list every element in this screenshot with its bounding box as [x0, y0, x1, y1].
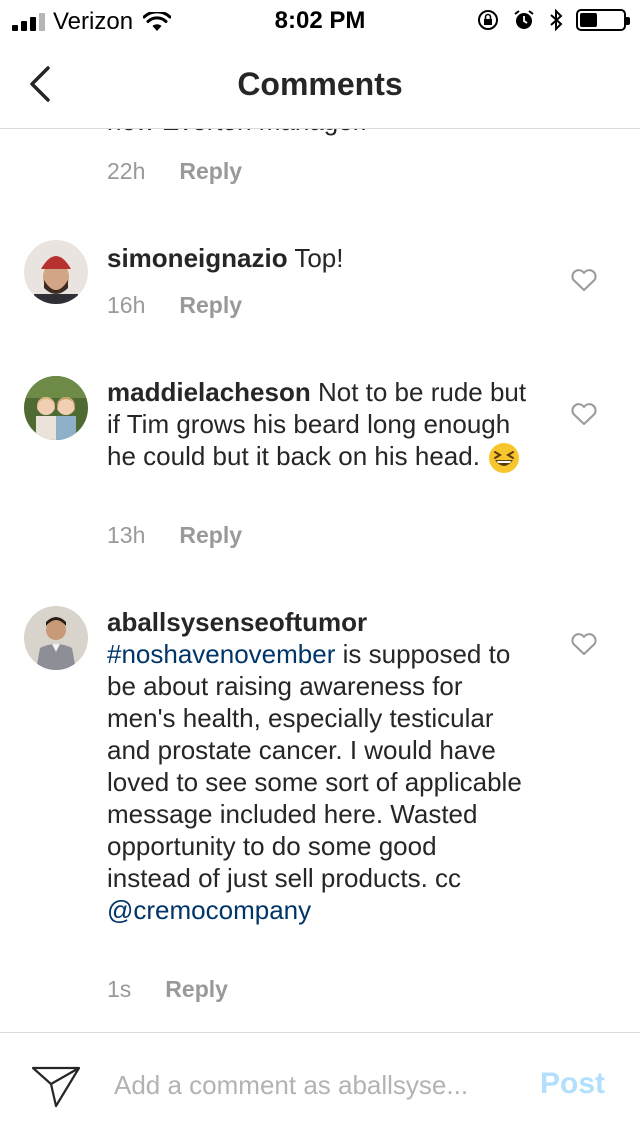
avatar[interactable] — [24, 606, 88, 670]
avatar[interactable] — [24, 376, 88, 440]
page-title: Comments — [237, 66, 403, 102]
comment-time: 22h — [107, 158, 146, 184]
comment-meta: 1s Reply — [107, 976, 228, 1003]
comment-input[interactable] — [114, 1063, 514, 1107]
bluetooth-icon — [550, 8, 563, 32]
username[interactable]: simoneignazio — [107, 243, 288, 273]
comment-meta: 16h Reply — [107, 292, 242, 319]
reply-button[interactable]: Reply — [179, 522, 242, 548]
status-indicators — [476, 8, 630, 32]
username[interactable]: maddielacheson — [107, 377, 311, 407]
paper-plane-icon[interactable] — [30, 1061, 82, 1109]
heart-icon[interactable] — [570, 632, 598, 656]
username[interactable]: aballsysenseoftumor — [107, 607, 367, 637]
post-button[interactable]: Post — [540, 1067, 605, 1101]
comment-compose-bar: Post — [0, 1032, 640, 1137]
comment-meta: 22h Reply — [107, 158, 242, 185]
header: Comments — [0, 40, 640, 129]
comment-meta: 13h Reply — [107, 522, 242, 549]
comment-time: 13h — [107, 522, 146, 548]
comment-time: 1s — [107, 976, 132, 1002]
status-bar: Verizon 8:02 PM — [0, 0, 640, 40]
reply-button[interactable]: Reply — [165, 976, 228, 1002]
battery-icon — [576, 9, 630, 31]
comment-body: aballsysenseoftumor #noshavenovember is … — [107, 606, 527, 926]
comment-text: new Everton manager. — [107, 128, 367, 137]
heart-icon[interactable] — [570, 268, 598, 292]
reply-button[interactable]: Reply — [179, 158, 242, 184]
avatar[interactable] — [24, 240, 88, 304]
comment-time: 16h — [107, 292, 146, 318]
orientation-lock-icon — [478, 10, 498, 30]
heart-icon[interactable] — [570, 402, 598, 426]
grinning-squinting-face-icon — [489, 443, 520, 474]
comments-list[interactable]: new Everton manager. 22h Reply simoneigna… — [0, 128, 640, 1032]
comment-text: is supposed to be about raising awarenes… — [107, 639, 522, 893]
alarm-icon — [514, 10, 534, 29]
hashtag-link[interactable]: #noshavenovember — [107, 639, 335, 669]
mention-link[interactable]: @cremocompany — [107, 895, 311, 925]
comment-body: maddielacheson Not to be rude but if Tim… — [107, 376, 527, 475]
comment-text: Top! — [294, 243, 344, 273]
reply-button[interactable]: Reply — [179, 292, 242, 318]
comment-body: simoneignazio Top! — [107, 242, 527, 274]
